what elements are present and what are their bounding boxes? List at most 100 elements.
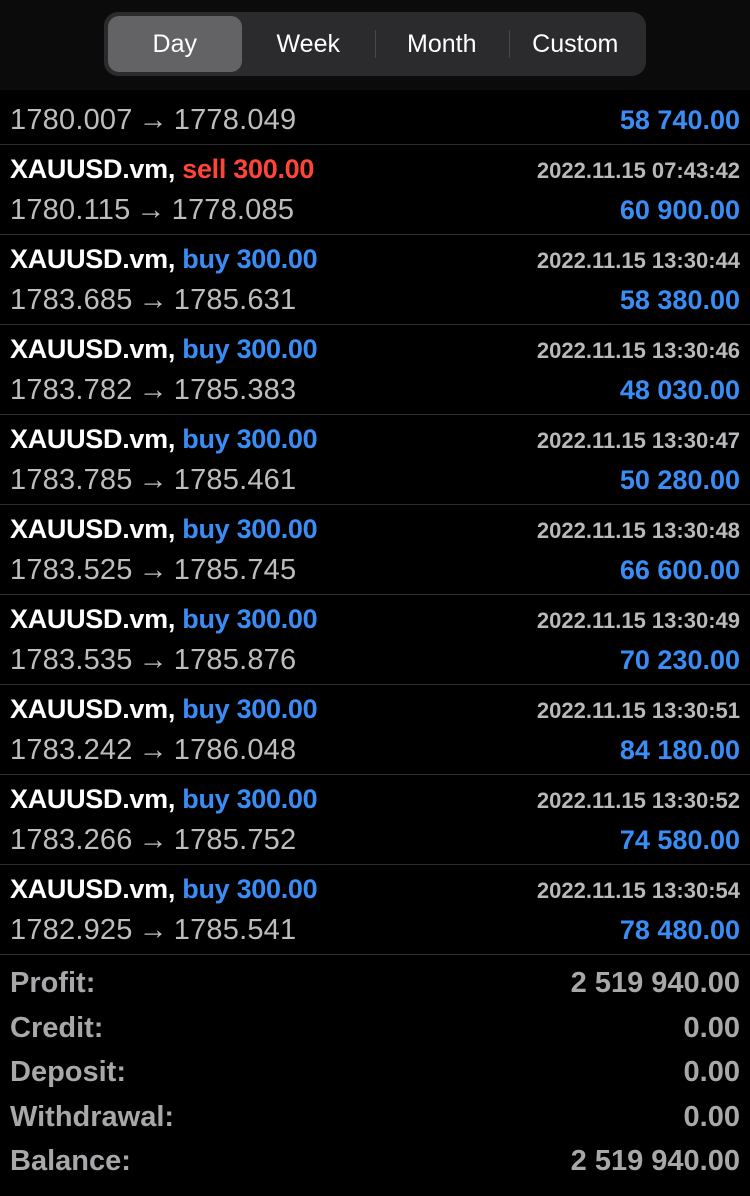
deal-close-price: 1778.049 — [173, 104, 297, 136]
deal-close-price: 1785.745 — [173, 554, 297, 586]
deal-symbol: XAUUSD.vm, — [10, 154, 176, 184]
period-segmented-control: Day Week Month Custom — [104, 12, 646, 76]
deal-row[interactable]: XAUUSD.vm, buy 300.00 2022.11.15 13:30:54… — [0, 865, 750, 955]
deal-close-price: 1785.631 — [173, 284, 297, 316]
deal-open-price: 1780.115 — [10, 194, 131, 226]
deal-time: 2022.11.15 13:30:44 — [536, 248, 740, 273]
deal-volume: 300.00 — [236, 604, 318, 634]
deal-time: 2022.11.15 13:30:54 — [536, 878, 740, 903]
deal-close-price: 1785.752 — [173, 824, 297, 856]
deal-symbol: XAUUSD.vm, — [10, 244, 176, 274]
deal-type: buy — [182, 784, 230, 814]
deal-row[interactable]: XAUUSD.vm, buy 300.00 2022.11.15 13:30:44… — [0, 235, 750, 325]
arrow-right-icon: → — [138, 914, 168, 946]
deal-prices: 1783.266 → 1785.752 — [10, 824, 296, 857]
summary-balance-value: 2 519 940.00 — [570, 1145, 740, 1177]
deal-row[interactable]: XAUUSD.vm, buy 300.00 2022.11.15 13:30:47… — [0, 415, 750, 505]
deal-close-price: 1785.541 — [173, 914, 297, 946]
deal-prices: 1783.535 → 1785.876 — [10, 644, 296, 677]
deal-header: XAUUSD.vm, buy 300.00 — [10, 334, 318, 365]
deal-open-price: 1783.535 — [10, 644, 133, 676]
arrow-right-icon: → — [138, 734, 168, 766]
deal-close-price: 1785.876 — [173, 644, 297, 676]
deal-close-price: 1785.383 — [173, 374, 297, 406]
summary-profit-label: Profit: — [10, 967, 96, 999]
deal-symbol: XAUUSD.vm, — [10, 784, 176, 814]
summary-withdrawal-row: Withdrawal: 0.00 — [0, 1099, 750, 1144]
deal-row[interactable]: XAUUSD.vm, buy 300.00 2022.11.15 13:30:51… — [0, 685, 750, 775]
summary-balance-row: Balance: 2 519 940.00 — [0, 1143, 750, 1188]
deal-prices: 1783.525 → 1785.745 — [10, 554, 296, 587]
summary-deposit-value: 0.00 — [683, 1056, 740, 1088]
deal-volume: 300.00 — [236, 874, 318, 904]
summary-deposit-label: Deposit: — [10, 1056, 126, 1088]
arrow-right-icon: → — [138, 374, 168, 406]
summary-profit-value: 2 519 940.00 — [570, 967, 740, 999]
deal-row[interactable]: XAUUSD.vm, buy 300.00 2022.11.15 13:30:52… — [0, 775, 750, 865]
deal-profit: 58 740.00 — [619, 105, 740, 135]
history-summary: Profit: 2 519 940.00 Credit: 0.00 Deposi… — [0, 965, 750, 1188]
deal-time: 2022.11.15 07:43:42 — [536, 158, 740, 183]
deal-volume: 300.00 — [236, 334, 318, 364]
period-filter-bar: Day Week Month Custom — [0, 0, 750, 90]
deal-profit: 60 900.00 — [619, 195, 740, 225]
deal-prices: 1783.785 → 1785.461 — [10, 464, 296, 497]
deal-close-price: 1778.085 — [171, 194, 295, 226]
deal-row[interactable]: XAUUSD.vm, sell 300.00 2022.11.15 07:43:4… — [0, 145, 750, 235]
deal-open-price: 1783.242 — [10, 734, 133, 766]
deal-close-price: 1786.048 — [173, 734, 297, 766]
deal-header: XAUUSD.vm, sell 300.00 — [10, 154, 314, 185]
deal-symbol: XAUUSD.vm, — [10, 694, 176, 724]
tab-week[interactable]: Week — [242, 16, 376, 72]
deal-type: sell — [182, 154, 227, 184]
deal-prices: 1783.242 → 1786.048 — [10, 734, 296, 767]
deal-header: XAUUSD.vm, buy 300.00 — [10, 514, 318, 545]
deal-profit: 78 480.00 — [619, 915, 740, 945]
arrow-right-icon: → — [138, 284, 168, 316]
deal-header: XAUUSD.vm, buy 300.00 — [10, 694, 318, 725]
deal-prices: 1780.007 → 1778.049 — [10, 104, 296, 137]
deal-volume: 300.00 — [236, 514, 318, 544]
deal-time: 2022.11.15 13:30:46 — [536, 338, 740, 363]
summary-credit-value: 0.00 — [683, 1011, 740, 1044]
arrow-right-icon: → — [136, 194, 166, 226]
tab-month[interactable]: Month — [375, 16, 509, 72]
deal-time: 2022.11.15 13:30:52 — [536, 788, 740, 813]
deal-volume: 300.00 — [236, 244, 318, 274]
summary-withdrawal-label: Withdrawal: — [10, 1100, 175, 1133]
deal-close-price: 1785.461 — [173, 464, 297, 496]
deal-prices: 1783.782 → 1785.383 — [10, 374, 296, 407]
deal-profit: 70 230.00 — [619, 645, 740, 675]
deal-row[interactable]: XAUUSD.vm, buy 300.00 2022.11.15 13:30:46… — [0, 325, 750, 415]
summary-deposit-row: Deposit: 0.00 — [0, 1054, 750, 1099]
summary-profit-row: Profit: 2 519 940.00 — [0, 965, 750, 1010]
deal-profit: 50 280.00 — [619, 465, 740, 495]
deal-volume: 300.00 — [236, 784, 318, 814]
deal-time: 2022.11.15 13:30:48 — [536, 518, 740, 543]
deal-symbol: XAUUSD.vm, — [10, 874, 176, 904]
deal-profit: 58 380.00 — [619, 285, 740, 315]
tab-custom[interactable]: Custom — [508, 16, 643, 72]
deal-open-price: 1783.266 — [10, 824, 133, 856]
deal-prices: 1780.115 → 1778.085 — [10, 194, 294, 227]
arrow-right-icon: → — [138, 104, 168, 136]
deal-open-price: 1783.785 — [10, 464, 133, 496]
deal-list[interactable]: XAUUSD.vm, sell 300.00 1780.007→1778.049 5… — [0, 37, 750, 955]
deal-row[interactable]: XAUUSD.vm, buy 300.00 2022.11.15 13:30:48… — [0, 505, 750, 595]
deal-time: 2022.11.15 13:30:47 — [536, 428, 740, 453]
deal-type: buy — [182, 694, 230, 724]
deal-prices: 1782.925 → 1785.541 — [10, 914, 296, 947]
deal-header: XAUUSD.vm, buy 300.00 — [10, 244, 318, 275]
summary-balance-label: Balance: — [10, 1145, 131, 1177]
deal-open-price: 1783.525 — [10, 554, 133, 586]
summary-withdrawal-value: 0.00 — [683, 1100, 740, 1133]
tab-day[interactable]: Day — [108, 16, 242, 72]
deal-type: buy — [182, 514, 230, 544]
arrow-right-icon: → — [138, 464, 168, 496]
deal-open-price: 1782.925 — [10, 914, 133, 946]
deal-symbol: XAUUSD.vm, — [10, 334, 176, 364]
summary-credit-label: Credit: — [10, 1011, 104, 1044]
deal-header: XAUUSD.vm, buy 300.00 — [10, 604, 318, 635]
arrow-right-icon: → — [138, 824, 168, 856]
deal-row[interactable]: XAUUSD.vm, buy 300.00 2022.11.15 13:30:49… — [0, 595, 750, 685]
